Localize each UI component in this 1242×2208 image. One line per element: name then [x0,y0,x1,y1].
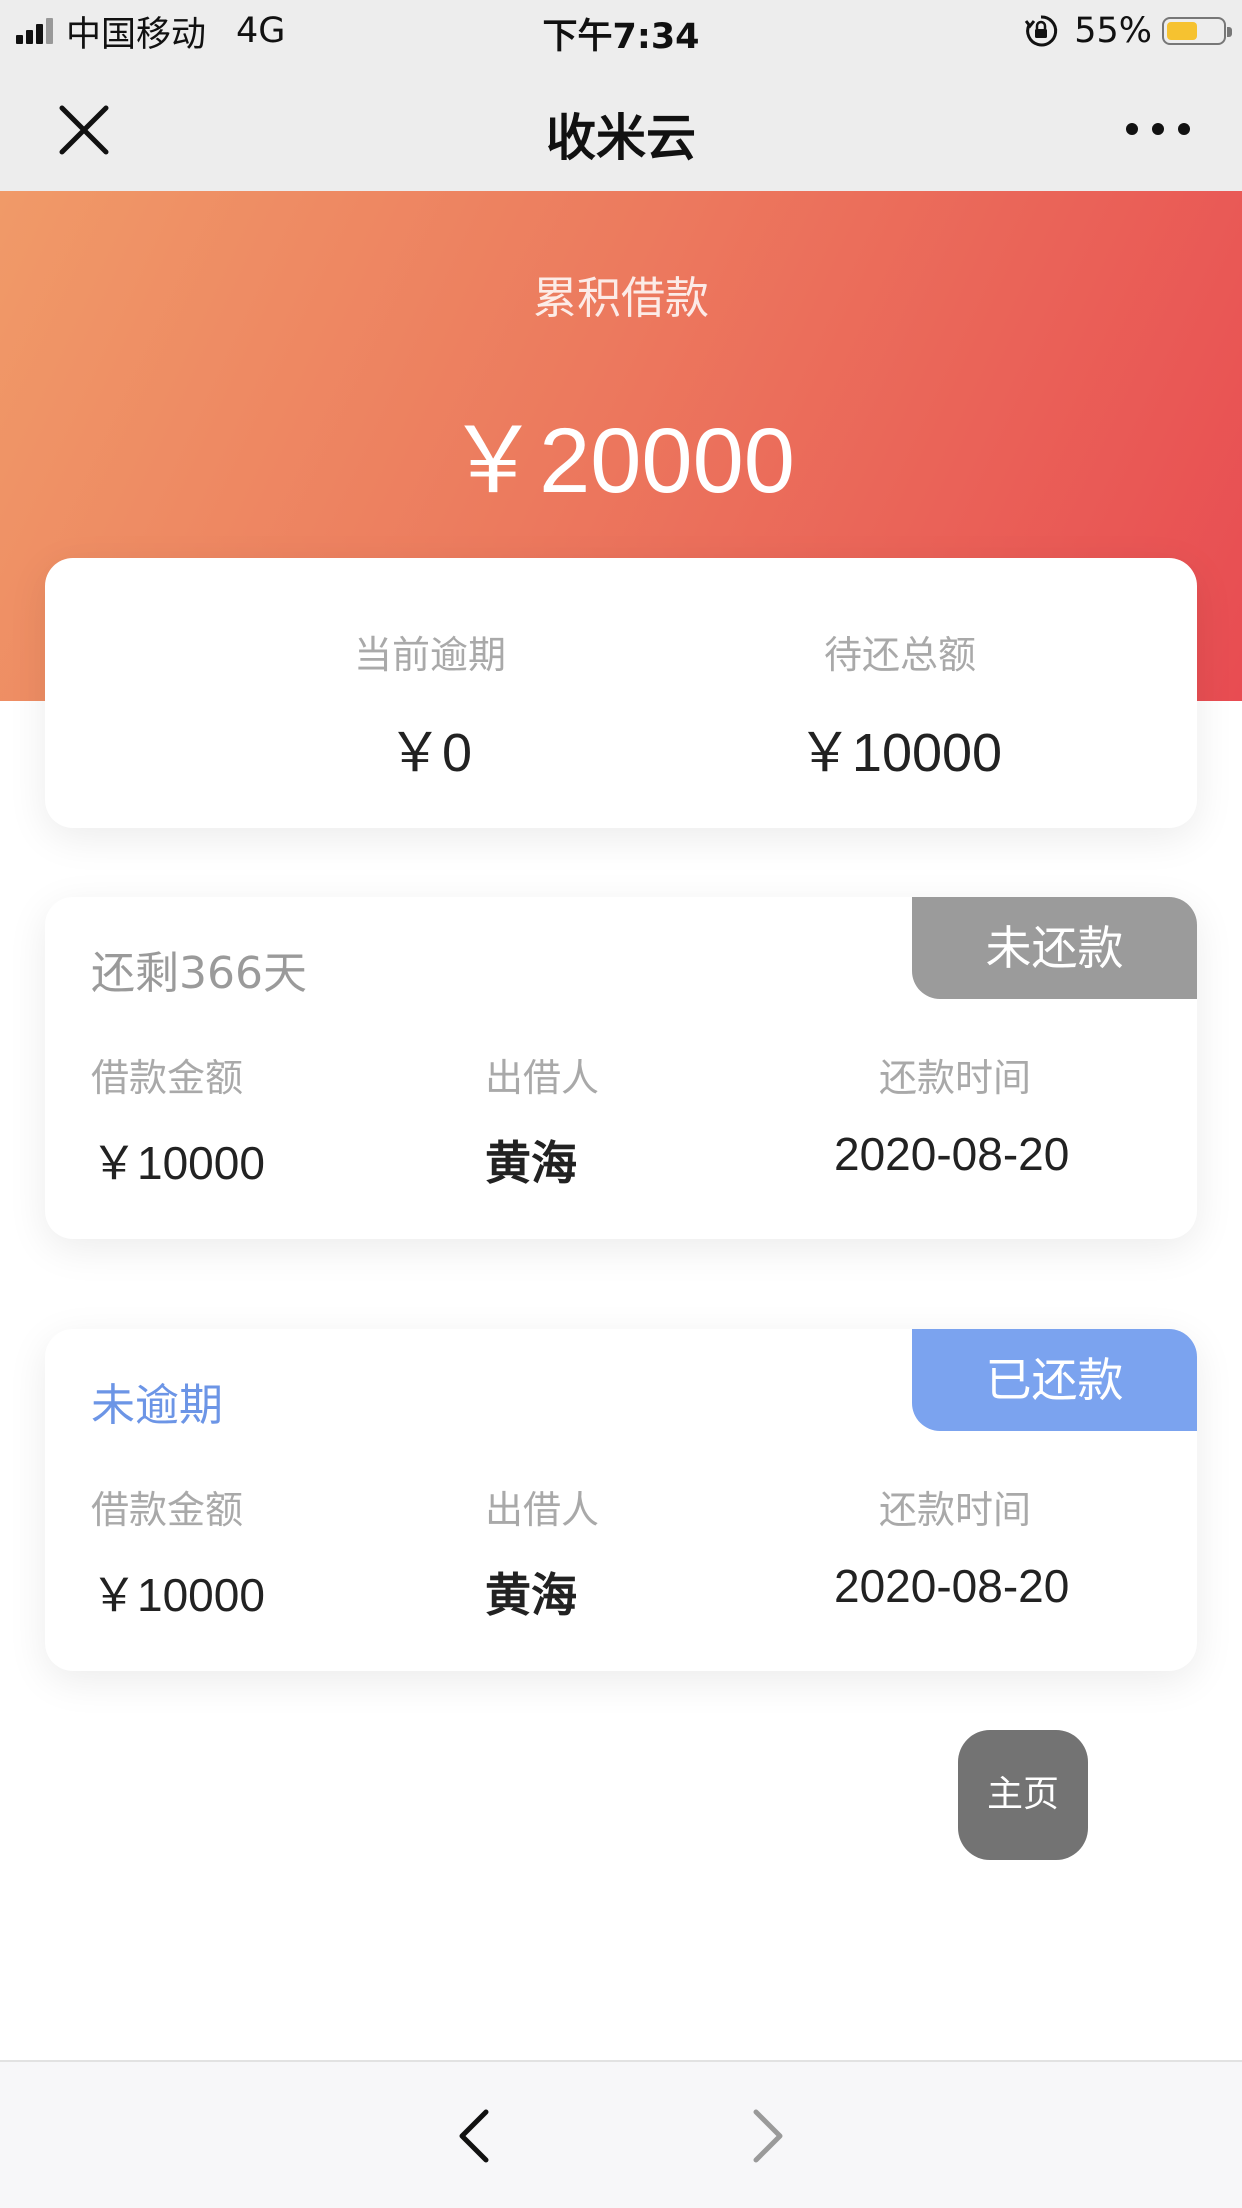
total-borrowed-amount: ￥20000 [447,410,795,512]
lender-name: 黄海 [485,1136,577,1190]
rotation-lock-icon [1025,15,1058,47]
date-label: 还款时间 [879,1056,1032,1100]
loan-amount: ￥10000 [91,1569,265,1621]
browser-toolbar [0,2060,1242,2208]
loan-card[interactable]: 未逾期 已还款 借款金额 出借人 还款时间 ￥10000 黄海 2020-08-… [45,1329,1197,1671]
amount-label: 借款金额 [91,1056,244,1100]
pending-label: 待还总额 [823,633,976,677]
loan-card[interactable]: 还剩366天 未还款 借款金额 出借人 还款时间 ￥10000 黄海 2020-… [45,897,1197,1239]
pending-value: ￥10000 [797,723,1003,783]
loan-status: 未逾期 [91,1380,223,1431]
repayment-badge: 未还款 [912,897,1197,999]
loan-amount: ￥10000 [91,1137,265,1189]
battery-percent: 55% [1074,11,1152,51]
battery-icon [1162,17,1232,45]
date-label: 还款时间 [879,1488,1032,1532]
status-bar: 中国移动 4G 下午7:34 55% [0,0,1242,62]
lender-label: 出借人 [485,1056,600,1100]
repayment-date: 2020-08-20 [834,1128,1070,1180]
chevron-left-icon[interactable] [446,2106,502,2166]
chevron-right-icon[interactable] [740,2106,796,2166]
lender-name: 黄海 [485,1568,577,1622]
summary-card: 当前逾期 ￥0 待还总额 ￥10000 [45,558,1197,828]
loan-status: 还剩366天 [91,948,307,999]
more-icon[interactable] [1126,114,1190,144]
repayment-badge: 已还款 [912,1329,1197,1431]
battery-level [1167,22,1197,40]
home-button[interactable]: 主页 [958,1730,1088,1860]
overdue-value: ￥0 [387,723,473,783]
nav-bar: 收米云 [0,62,1242,191]
lender-label: 出借人 [485,1488,600,1532]
overdue-label: 当前逾期 [353,633,506,677]
page-title: 收米云 [546,109,696,167]
total-borrowed-label: 累积借款 [533,273,709,324]
repayment-date: 2020-08-20 [834,1560,1070,1612]
amount-label: 借款金额 [91,1488,244,1532]
